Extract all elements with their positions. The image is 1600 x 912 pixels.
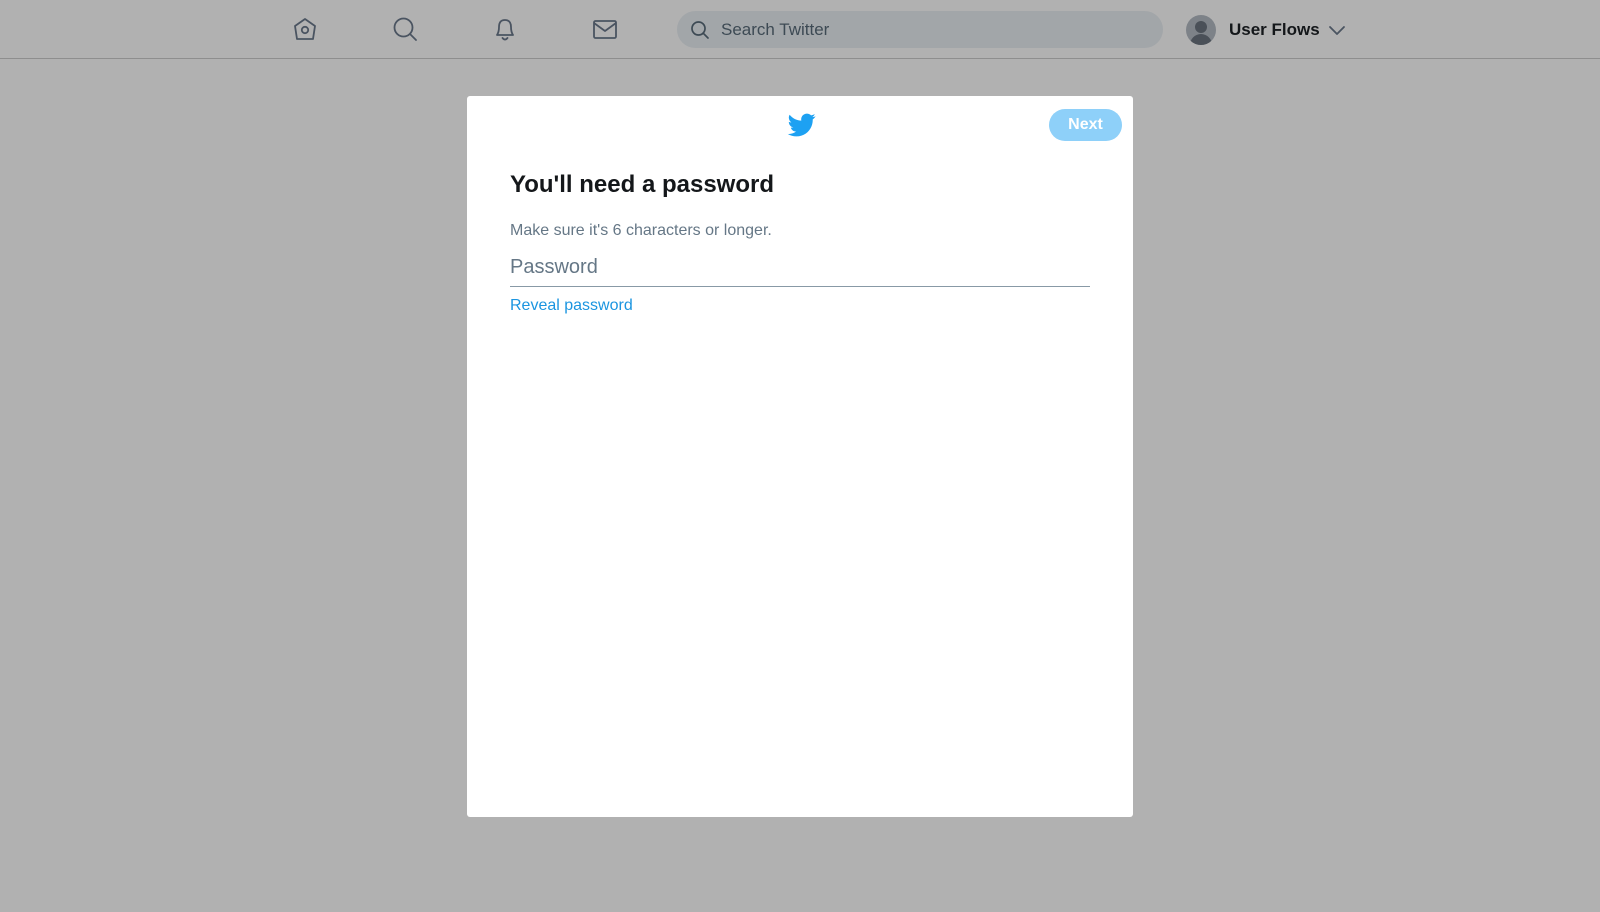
account-menu[interactable]: User Flows <box>1186 14 1346 46</box>
search-input[interactable] <box>721 11 1141 48</box>
top-navigation-bar: User Flows <box>0 0 1600 59</box>
password-field[interactable] <box>510 250 1090 287</box>
password-input[interactable] <box>510 250 1090 284</box>
bell-icon[interactable] <box>489 13 521 45</box>
default-avatar-icon[interactable] <box>1186 15 1216 45</box>
page-title: You'll need a password <box>510 171 774 198</box>
search-icon <box>691 21 709 39</box>
mail-icon[interactable] <box>589 13 621 45</box>
twitter-bird-icon <box>787 113 816 137</box>
reveal-password-link[interactable]: Reveal password <box>510 297 633 315</box>
account-name[interactable]: User Flows <box>1229 20 1320 40</box>
password-hint: Make sure it's 6 characters or longer. <box>510 222 772 239</box>
search-box[interactable] <box>677 11 1163 48</box>
home-icon[interactable] <box>289 13 321 45</box>
next-button[interactable]: Next <box>1049 109 1122 141</box>
chevron-down-icon[interactable] <box>1328 21 1346 39</box>
signup-password-modal: Next You'll need a password Make sure it… <box>467 96 1133 817</box>
search-icon[interactable] <box>389 13 421 45</box>
